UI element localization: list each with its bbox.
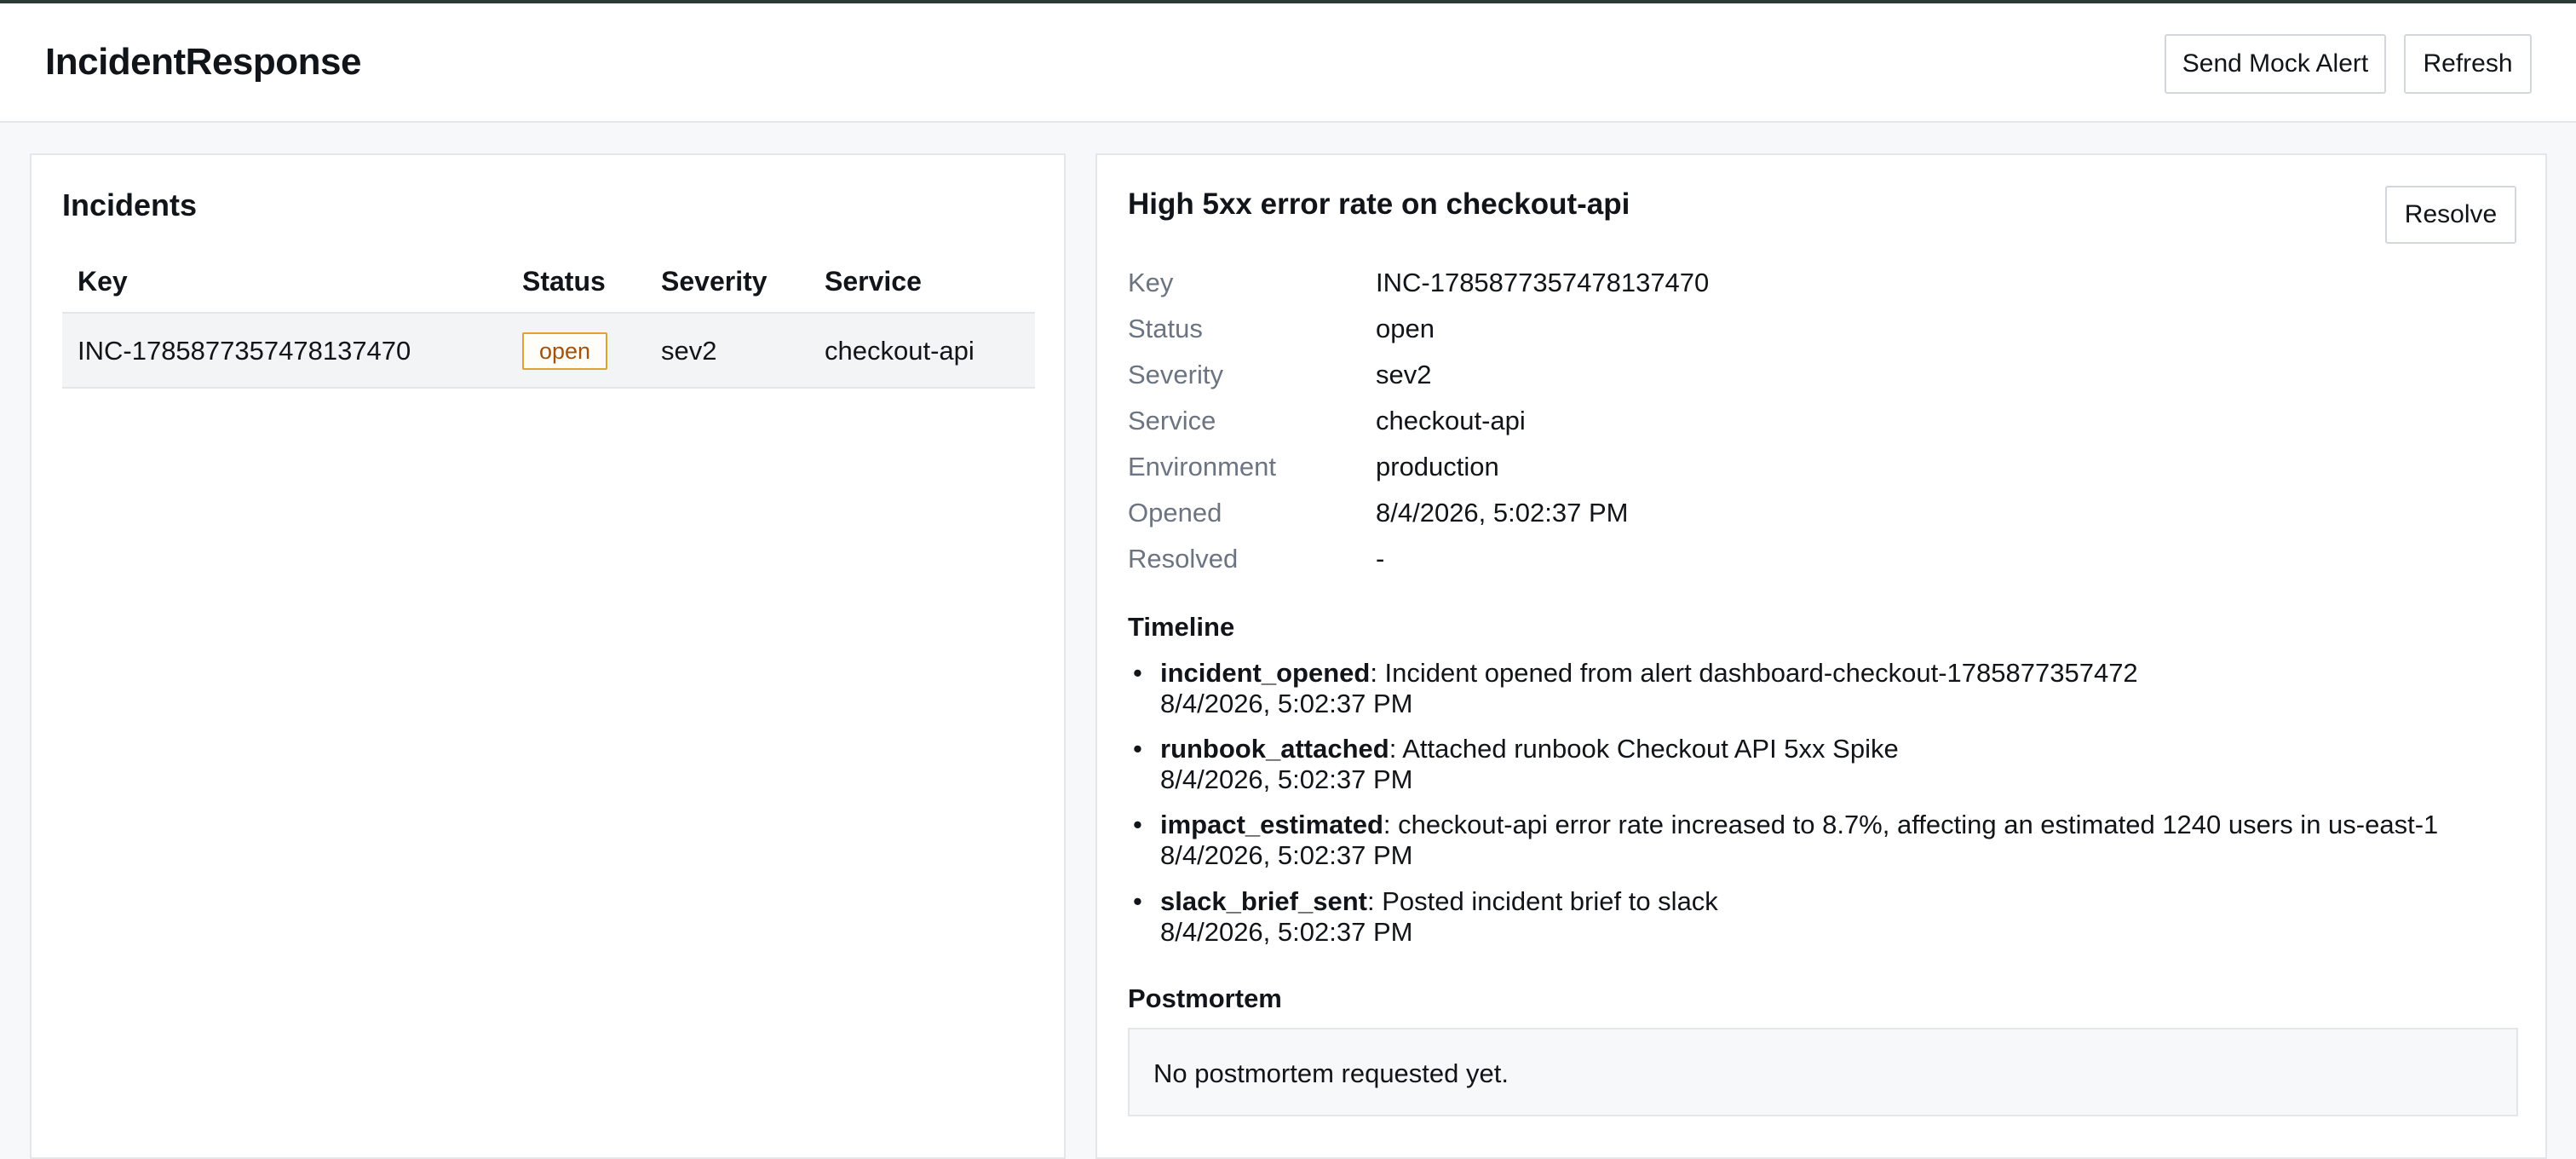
timeline-message: : Attached runbook Checkout API 5xx Spik… xyxy=(1389,734,1899,764)
send-mock-alert-button[interactable]: Send Mock Alert xyxy=(2165,34,2386,94)
column-header-severity: Severity xyxy=(661,266,768,297)
incident-key: INC-1785877357478137470 xyxy=(78,336,411,366)
app-title: IncidentResponse xyxy=(45,41,361,83)
timeline-event: incident_opened xyxy=(1160,658,1371,688)
incidents-title: Incidents xyxy=(62,187,198,222)
timeline-time: 8/4/2026, 5:02:37 PM xyxy=(1160,764,1413,794)
timeline-event: runbook_attached xyxy=(1160,734,1389,764)
incident-severity: sev2 xyxy=(661,336,717,366)
bullet-icon: • xyxy=(1133,810,1142,839)
field-label-service: Service xyxy=(1128,406,1216,435)
incident-detail-panel: High 5xx error rate on checkout-api Reso… xyxy=(1095,153,2547,1159)
field-label-status: Status xyxy=(1128,314,1203,343)
timeline-item-text: slack_brief_sent: Posted incident brief … xyxy=(1160,886,1718,917)
bullet-icon: • xyxy=(1133,734,1142,764)
incident-service: checkout-api xyxy=(825,336,975,366)
column-header-service: Service xyxy=(825,266,922,297)
app-header: IncidentResponse Send Mock Alert Refresh xyxy=(0,3,2576,123)
timeline-title: Timeline xyxy=(1128,612,1235,642)
incidents-table-header: Key Status Severity Service xyxy=(62,256,1035,307)
bullet-icon: • xyxy=(1133,658,1142,688)
timeline-item-text: incident_opened: Incident opened from al… xyxy=(1160,658,2138,689)
field-value-service: checkout-api xyxy=(1376,406,1526,435)
column-header-key: Key xyxy=(78,266,128,297)
field-value-severity: sev2 xyxy=(1376,360,1432,389)
field-value-status: open xyxy=(1376,314,1435,343)
field-label-key: Key xyxy=(1128,268,1174,297)
incidents-panel: Incidents Key Status Severity Service IN… xyxy=(30,153,1066,1159)
status-badge: open xyxy=(522,332,608,370)
field-label-severity: Severity xyxy=(1128,360,1223,389)
timeline-message: : Incident opened from alert dashboard-c… xyxy=(1370,658,2138,688)
timeline-time: 8/4/2026, 5:02:37 PM xyxy=(1160,917,1413,947)
timeline-item-text: runbook_attached: Attached runbook Check… xyxy=(1160,734,1899,764)
incident-row[interactable]: INC-1785877357478137470 open sev2 checko… xyxy=(62,312,1035,389)
timeline-time: 8/4/2026, 5:02:37 PM xyxy=(1160,840,1413,870)
field-label-resolved: Resolved xyxy=(1128,544,1239,574)
bullet-icon: • xyxy=(1133,886,1142,916)
timeline-message: : checkout-api error rate increased to 8… xyxy=(1383,810,2439,839)
field-value-resolved: - xyxy=(1376,544,1385,574)
field-label-opened: Opened xyxy=(1128,498,1222,528)
field-value-opened: 8/4/2026, 5:02:37 PM xyxy=(1376,498,1629,528)
postmortem-text: No postmortem requested yet. xyxy=(1153,1058,1509,1088)
timeline-event: impact_estimated xyxy=(1160,810,1383,839)
timeline-item-text: impact_estimated: checkout-api error rat… xyxy=(1160,810,2438,840)
field-label-environment: Environment xyxy=(1128,452,1277,481)
column-header-status: Status xyxy=(522,266,606,297)
timeline-event: slack_brief_sent xyxy=(1160,886,1367,916)
incident-title: High 5xx error rate on checkout-api xyxy=(1128,187,1630,221)
refresh-button[interactable]: Refresh xyxy=(2404,34,2532,94)
resolve-button[interactable]: Resolve xyxy=(2385,186,2516,244)
field-value-key: INC-1785877357478137470 xyxy=(1376,268,1710,297)
field-value-environment: production xyxy=(1376,452,1499,481)
timeline-message: : Posted incident brief to slack xyxy=(1366,886,1718,916)
timeline-time: 8/4/2026, 5:02:37 PM xyxy=(1160,689,1413,718)
postmortem-box: No postmortem requested yet. xyxy=(1128,1028,2518,1116)
postmortem-title: Postmortem xyxy=(1128,983,1282,1013)
